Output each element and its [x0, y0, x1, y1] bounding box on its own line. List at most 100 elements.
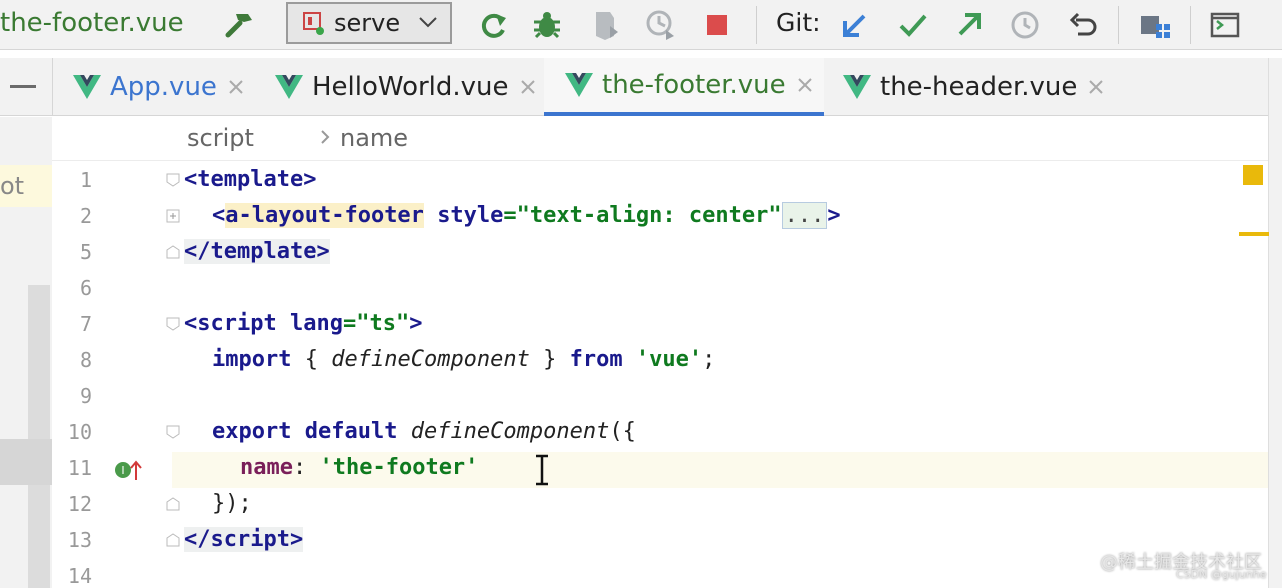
code-token: </	[184, 527, 211, 552]
run-config-selector[interactable]: serve	[286, 2, 452, 44]
code-token: "text-align: center"	[516, 203, 782, 228]
code-token: export	[212, 419, 292, 444]
breadcrumb-item-script[interactable]: script	[187, 124, 254, 152]
git-label: Git:	[776, 8, 821, 37]
code-token: =	[503, 203, 517, 228]
tab-label: App.vue	[110, 72, 217, 102]
line-number: 1	[79, 168, 92, 192]
terminal-window-icon[interactable]	[1208, 8, 1242, 42]
code-token: template	[210, 239, 317, 264]
toolbar-separator	[756, 6, 757, 44]
code-token: script	[197, 311, 277, 336]
hide-panel-icon[interactable]	[10, 85, 36, 88]
chevron-right-icon	[321, 130, 330, 144]
debug-bug-icon[interactable]	[530, 8, 564, 42]
code-token: "ts"	[356, 311, 410, 336]
project-tree-selected-row[interactable]	[0, 439, 52, 485]
project-tree-row[interactable]: ot	[0, 165, 52, 207]
code-token: >	[316, 239, 330, 264]
line-number: 2	[79, 204, 92, 228]
tab-helloworld-vue[interactable]: HelloWorld.vue	[274, 58, 537, 116]
git-push-arrow-icon[interactable]	[952, 8, 986, 42]
code-token: {	[291, 347, 332, 372]
code-token: defineComponent	[331, 347, 530, 372]
tab-app-vue[interactable]: App.vue	[72, 58, 245, 116]
project-structure-icon[interactable]	[1138, 8, 1172, 42]
npm-config-icon	[302, 11, 324, 35]
line-number: 11	[67, 456, 92, 480]
text-cursor-ibeam-icon	[536, 454, 548, 486]
toolbar-separator	[1190, 6, 1191, 44]
fold-end-icon[interactable]	[166, 533, 180, 547]
fold-toggle-icon[interactable]	[166, 317, 180, 331]
stop-icon[interactable]	[700, 8, 734, 42]
tab-the-header-vue[interactable]: the-header.vue	[842, 58, 1105, 116]
code-line-7[interactable]: <script lang="ts">	[184, 306, 422, 342]
code-token: default	[304, 419, 398, 444]
code-token: <	[184, 311, 198, 336]
code-line-11[interactable]: name: 'the-footer'	[240, 450, 478, 486]
git-history-clock-icon[interactable]	[1008, 8, 1042, 42]
project-scrollbar[interactable]	[28, 285, 50, 588]
code-line-1[interactable]: <template>	[184, 162, 316, 198]
folded-region-placeholder[interactable]: ...	[781, 202, 828, 229]
close-icon[interactable]	[227, 78, 245, 96]
tab-the-footer-vue[interactable]: the-footer.vue	[544, 58, 824, 116]
inspection-warning-marker[interactable]	[1243, 165, 1263, 185]
implements-marker-icon[interactable]: I	[114, 458, 144, 482]
run-config-label: serve	[334, 9, 401, 37]
code-token: import	[212, 347, 292, 372]
profile-icon[interactable]	[644, 8, 678, 42]
vue-logo-icon	[73, 75, 101, 99]
close-icon[interactable]	[1087, 78, 1105, 96]
code-line-10[interactable]: export default defineComponent({	[212, 414, 636, 450]
hammer-icon[interactable]	[222, 8, 256, 42]
line-number: 7	[79, 312, 92, 336]
breadcrumb-item-name[interactable]: name	[340, 124, 408, 152]
code-token: :	[292, 455, 320, 480]
code-token: 'vue'	[635, 347, 703, 372]
vue-logo-icon	[275, 75, 303, 99]
code-line-2[interactable]: <a-layout-footer style="text-align: cent…	[212, 198, 841, 234]
code-token: defineComponent	[410, 419, 610, 444]
right-tool-strip[interactable]	[1268, 58, 1282, 588]
fold-end-icon[interactable]	[166, 245, 180, 259]
code-token: template	[197, 167, 304, 192]
code-token: from	[569, 347, 623, 372]
code-line-13[interactable]: </script>	[184, 522, 304, 558]
fold-toggle-icon[interactable]	[166, 173, 180, 187]
close-icon[interactable]	[796, 76, 814, 94]
fold-toggle-icon[interactable]	[166, 425, 180, 439]
current-line-highlight	[52, 452, 1268, 488]
line-number: 10	[67, 420, 92, 444]
breadcrumb: script name	[52, 117, 1268, 161]
line-number: 5	[79, 240, 92, 264]
expand-fold-icon[interactable]	[166, 209, 180, 223]
project-panel-edge: ot	[0, 117, 52, 588]
vue-logo-icon	[843, 75, 871, 99]
git-commit-check-icon[interactable]	[896, 8, 930, 42]
coverage-shield-icon[interactable]	[588, 8, 622, 42]
editor-tab-bar: App.vue HelloWorld.vue the-footer.vue th…	[0, 58, 1282, 116]
code-token: =	[342, 311, 357, 336]
fold-end-icon[interactable]	[166, 497, 180, 511]
code-token: lang	[289, 311, 343, 336]
rerun-icon[interactable]	[476, 8, 510, 42]
git-update-arrow-icon[interactable]	[838, 8, 872, 42]
code-line-8[interactable]: import { defineComponent } from 'vue';	[212, 342, 715, 378]
code-token: >	[827, 203, 841, 228]
code-editor[interactable]: 1 2 5 6 7 8 9 10 11 12 13 14 I <template…	[52, 162, 1268, 588]
error-stripe-marker[interactable]	[1239, 232, 1269, 236]
code-line-5[interactable]: </template>	[184, 234, 330, 270]
git-rollback-undo-icon[interactable]	[1066, 8, 1100, 42]
svg-text:I: I	[121, 464, 124, 477]
editor-gutter: 1 2 5 6 7 8 9 10 11 12 13 14 I	[52, 162, 172, 588]
close-icon[interactable]	[519, 78, 537, 96]
line-number: 6	[79, 276, 92, 300]
code-line-12[interactable]: });	[212, 486, 252, 522]
line-number: 13	[67, 528, 92, 552]
line-number: 9	[79, 384, 92, 408]
